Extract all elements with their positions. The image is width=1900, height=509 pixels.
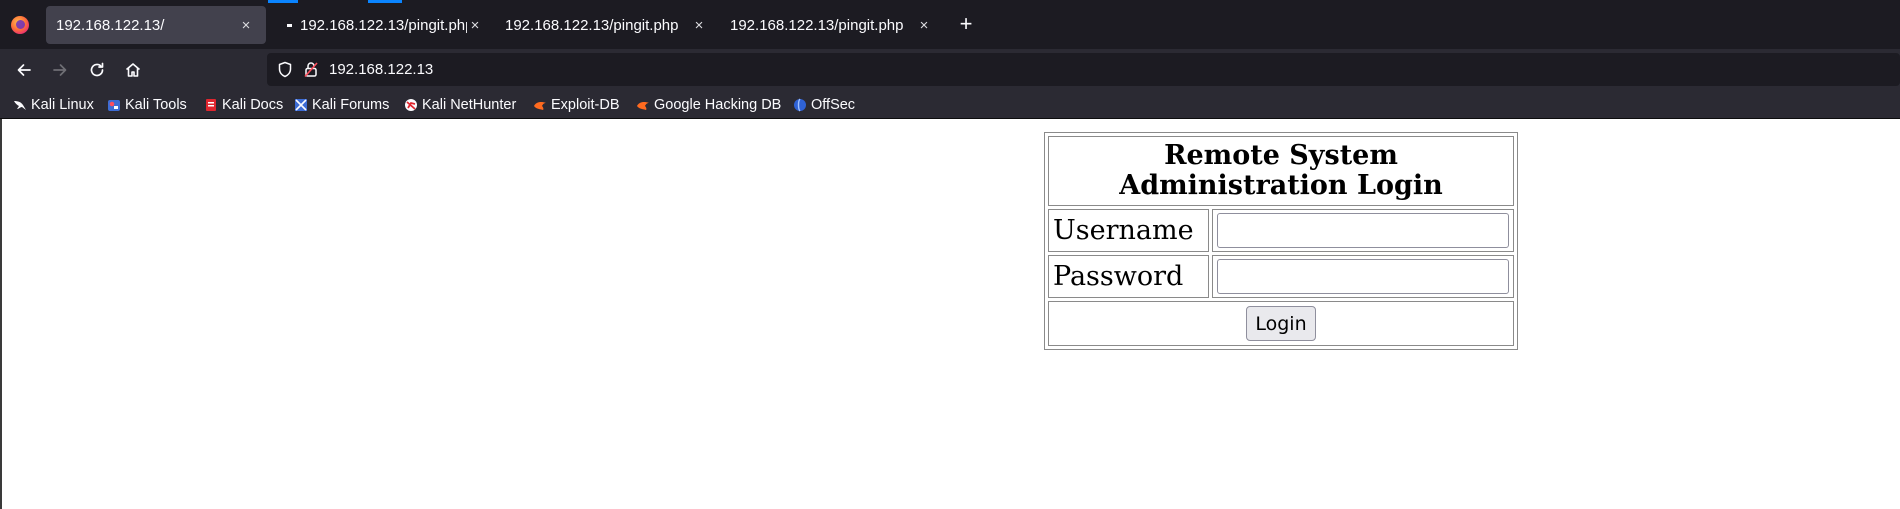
exploit-db-icon xyxy=(534,102,546,110)
forward-button[interactable] xyxy=(47,57,73,83)
bookmark-kali-nethunter[interactable]: Kali NetHunter xyxy=(404,95,516,115)
home-icon xyxy=(125,63,141,77)
bookmark-kali-linux[interactable]: Kali Linux xyxy=(13,95,94,115)
tab-loading-indicator xyxy=(368,0,402,3)
bookmark-kali-docs[interactable]: Kali Docs xyxy=(204,95,283,115)
login-button[interactable]: Login xyxy=(1246,306,1316,341)
kali-dragon-icon xyxy=(14,101,26,110)
kali-forums-icon xyxy=(295,99,307,111)
insecure-lock-icon[interactable] xyxy=(303,61,319,78)
firefox-menu-button[interactable] xyxy=(0,6,40,44)
bookmark-label: Kali Linux xyxy=(31,97,94,113)
reload-button[interactable] xyxy=(84,57,110,83)
bookmark-label: Kali Forums xyxy=(312,97,390,113)
bookmark-label: Google Hacking DB xyxy=(654,97,782,113)
kali-nethunter-icon xyxy=(405,99,417,111)
page-content: Remote System Administration Login Usern… xyxy=(0,119,1900,509)
bookmark-label: Kali NetHunter xyxy=(422,97,517,113)
bookmarks-toolbar: Kali Linux Kali Tools Kali Docs Kali For… xyxy=(0,90,1900,119)
password-cell xyxy=(1212,255,1514,298)
close-tab-icon[interactable]: × xyxy=(467,17,483,34)
password-label: Password xyxy=(1048,255,1209,298)
reload-icon xyxy=(90,62,104,77)
bookmark-kali-tools[interactable]: Kali Tools xyxy=(107,95,187,115)
password-input[interactable] xyxy=(1217,259,1509,294)
back-button[interactable] xyxy=(11,57,37,83)
new-tab-button[interactable]: + xyxy=(955,13,977,36)
username-input[interactable] xyxy=(1217,213,1509,248)
tracking-protection-shield-icon[interactable] xyxy=(277,61,293,78)
close-tab-icon[interactable]: × xyxy=(916,17,932,34)
login-form-table: Remote System Administration Login Usern… xyxy=(1044,132,1518,350)
username-label: Username xyxy=(1048,209,1209,252)
tab-title: 192.168.122.13/pingit.php xyxy=(300,16,467,34)
tab-loading-indicator xyxy=(268,0,298,3)
bookmark-kali-forums[interactable]: Kali Forums xyxy=(294,95,389,115)
offsec-icon xyxy=(794,98,806,112)
close-tab-icon[interactable]: × xyxy=(238,17,254,34)
bookmark-offsec[interactable]: OffSec xyxy=(793,95,855,115)
kali-tools-icon xyxy=(108,100,120,111)
tab-title: 192.168.122.13/ xyxy=(56,16,165,34)
tab-strip: 192.168.122.13/ × 192.168.122.13/pingit.… xyxy=(0,0,1900,49)
bookmark-label: Kali Tools xyxy=(125,97,187,113)
kali-docs-icon xyxy=(206,99,216,111)
forward-arrow-icon xyxy=(53,64,67,76)
back-arrow-icon xyxy=(17,64,31,76)
google-hacking-db-icon xyxy=(637,102,649,110)
address-bar[interactable]: 192.168.122.13 xyxy=(267,53,1900,86)
bookmark-google-hacking-db[interactable]: Google Hacking DB xyxy=(636,95,781,115)
bookmark-label: Kali Docs xyxy=(222,97,284,113)
loading-favicon-icon xyxy=(287,23,292,27)
bookmark-label: Exploit-DB xyxy=(551,97,620,113)
firefox-icon xyxy=(11,16,29,34)
tab-active[interactable]: 192.168.122.13/ × xyxy=(46,6,266,44)
username-cell xyxy=(1212,209,1514,252)
tab-pingit-1[interactable]: 192.168.122.13/pingit.php × xyxy=(287,6,487,44)
bookmark-label: OffSec xyxy=(811,97,856,113)
bookmark-exploit-db[interactable]: Exploit-DB xyxy=(533,95,620,115)
url-text[interactable]: 192.168.122.13 xyxy=(329,61,433,78)
login-button-cell: Login xyxy=(1048,301,1514,346)
tab-title: 192.168.122.13/pingit.php xyxy=(505,16,679,34)
login-heading: Remote System Administration Login xyxy=(1048,136,1514,206)
close-tab-icon[interactable]: × xyxy=(691,17,707,34)
tab-title: 192.168.122.13/pingit.php xyxy=(730,16,904,34)
tab-pingit-2[interactable]: 192.168.122.13/pingit.php × xyxy=(505,6,713,44)
navigation-toolbar: 192.168.122.13 xyxy=(0,49,1900,90)
home-button[interactable] xyxy=(120,57,146,83)
tab-pingit-3[interactable]: 192.168.122.13/pingit.php × xyxy=(730,6,938,44)
